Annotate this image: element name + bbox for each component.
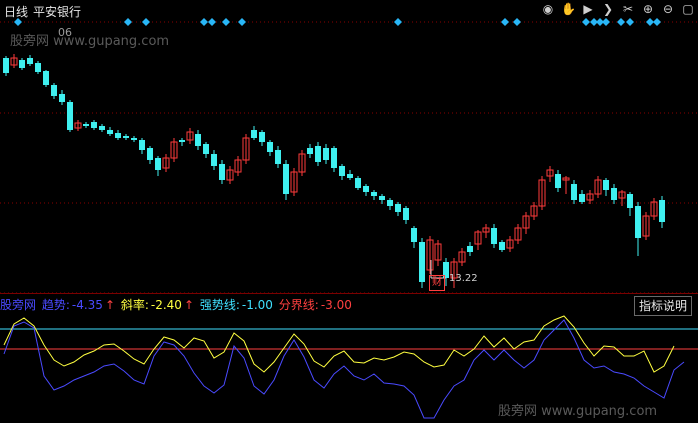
candle-body — [179, 140, 185, 142]
watermark-bottom: 股旁网 www.gupang.com — [498, 404, 658, 419]
signal-diamond — [142, 18, 150, 26]
signal-diamond — [513, 18, 521, 26]
strong-label: 强势线: — [199, 298, 240, 312]
candle-body — [27, 58, 33, 64]
candle-body — [323, 148, 329, 160]
candle-body — [403, 208, 409, 220]
candle-body — [499, 242, 505, 250]
candle-body — [603, 180, 609, 190]
candle-body — [3, 58, 9, 73]
candle-body — [19, 60, 25, 68]
candle-body — [267, 142, 273, 152]
signal-diamond — [200, 18, 208, 26]
indicator-site: 股旁网 — [0, 298, 37, 312]
watermark-overlap: 06 — [58, 26, 72, 39]
candle-body — [91, 122, 97, 128]
signal-diamond — [646, 18, 654, 26]
boundary-label: 分界线: — [278, 298, 319, 312]
candle-body — [99, 126, 105, 130]
candle-body — [467, 246, 473, 252]
candle-body — [131, 138, 137, 140]
candle-body — [107, 130, 113, 134]
candle-body — [331, 148, 337, 168]
candle-body — [579, 194, 585, 202]
indicator-header: 股旁网 趋势: -4.35 ↑ 斜率: -2.40 ↑ 强势线: -1.00 分界线: -3… — [0, 296, 354, 312]
candle-body — [115, 133, 121, 138]
candle-body — [347, 174, 353, 178]
candle-body — [379, 196, 385, 200]
candle-body — [387, 200, 393, 206]
strong-value: -1.00 — [241, 298, 273, 312]
candle-body — [59, 94, 65, 102]
indicator-help-button[interactable]: 指标说明 — [633, 296, 692, 316]
low-price-label: 13.22 — [449, 273, 478, 284]
signal-diamond — [617, 18, 625, 26]
candle-body — [123, 136, 129, 138]
chart-window: 日线 平安银行 ◉ ✋ ▶ ❯ ✂ ⊕ ⊖ ▢ 股旁网 www.gupang.c… — [0, 0, 698, 423]
candle-body — [219, 164, 225, 180]
candle-body — [371, 192, 377, 196]
candle-body — [147, 148, 153, 160]
finance-marker[interactable]: 财 — [429, 275, 445, 291]
candle-body — [195, 134, 201, 146]
candle-body — [259, 132, 265, 142]
arrow-icon: ↑ — [104, 298, 116, 312]
signal-diamond — [124, 18, 132, 26]
signal-diamond — [222, 18, 230, 26]
candle-body — [555, 174, 561, 188]
panel-divider — [0, 293, 698, 294]
candle-body — [355, 178, 361, 188]
slope-label: 斜率: — [120, 298, 149, 312]
trend-value: -4.35 — [71, 298, 103, 312]
candle-body — [67, 102, 73, 130]
candle-body — [251, 130, 257, 138]
slope-line — [3, 315, 675, 373]
signal-diamond — [394, 18, 402, 26]
candle-body — [411, 228, 417, 242]
trend-label: 趋势: — [41, 298, 70, 312]
arrow-icon: ↑ — [183, 298, 195, 312]
candle-body — [275, 150, 281, 164]
signal-diamond — [208, 18, 216, 26]
candle-body — [659, 200, 665, 222]
candle-body — [203, 144, 209, 154]
candle-body — [363, 186, 369, 192]
candle-body — [395, 204, 401, 212]
candle-body — [491, 228, 497, 244]
candle-body — [43, 71, 49, 85]
candle-body — [315, 146, 321, 162]
price-chart-svg[interactable] — [0, 0, 698, 423]
candle-body — [51, 85, 57, 96]
candle-body — [139, 140, 145, 150]
signal-diamond — [582, 18, 590, 26]
candle-body — [155, 158, 161, 170]
candle-body — [611, 188, 617, 200]
signal-diamond — [238, 18, 246, 26]
watermark-top: 股旁网 www.gupang.com — [10, 34, 170, 49]
signal-diamond — [626, 18, 634, 26]
candle-body — [307, 148, 313, 154]
signal-diamond — [653, 18, 661, 26]
candle-body — [419, 242, 425, 282]
candle-body — [339, 166, 345, 176]
candle-body — [283, 164, 289, 194]
candle-body — [211, 154, 217, 166]
candle-body — [35, 63, 41, 72]
boundary-value: -3.00 — [320, 298, 352, 312]
signal-diamond — [602, 18, 610, 26]
signal-diamond — [14, 18, 22, 26]
slope-value: -2.40 — [150, 298, 182, 312]
signal-diamond — [501, 18, 509, 26]
candle-body — [571, 184, 577, 200]
candle-body — [627, 194, 633, 208]
candle-body — [635, 206, 641, 238]
candle-body — [83, 124, 89, 126]
